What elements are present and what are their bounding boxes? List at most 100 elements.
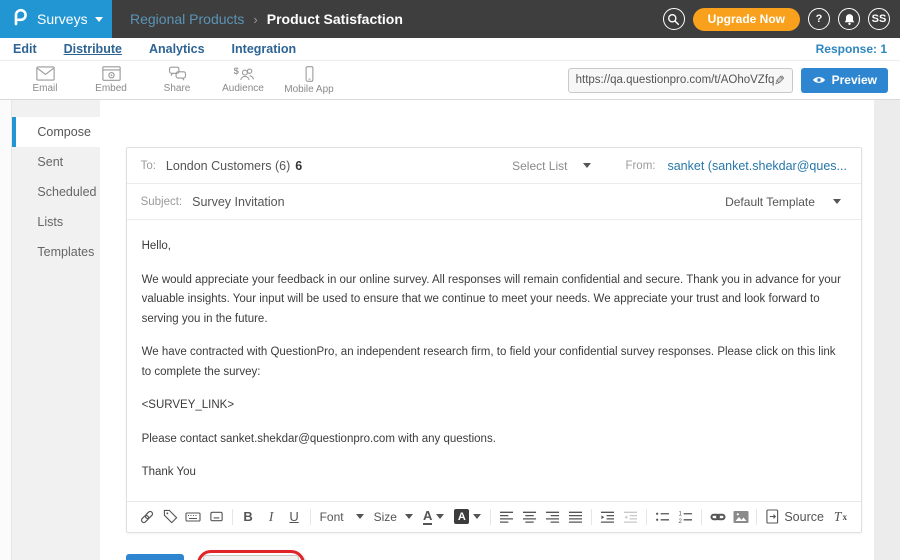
select-list-dropdown[interactable]: Select List — [512, 159, 591, 173]
merge-field-button[interactable] — [182, 505, 205, 529]
body-paragraph: We would appreciate your feedback in our… — [142, 271, 846, 330]
bg-color-button[interactable]: A — [449, 509, 486, 524]
to-recipient-count: 6 — [295, 159, 302, 173]
tag-icon — [163, 509, 178, 524]
edit-url-icon[interactable]: ✎ — [774, 74, 785, 87]
email-sidebar: Compose Sent Scheduled Lists Templates — [11, 100, 99, 560]
size-dropdown[interactable]: Size — [369, 510, 418, 524]
align-justify-icon — [568, 510, 583, 524]
image-icon — [733, 510, 749, 524]
bg-color-letter: A — [454, 509, 469, 524]
chevron-down-icon — [833, 199, 841, 204]
font-dropdown[interactable]: Font — [315, 510, 369, 524]
align-justify-button[interactable] — [564, 505, 587, 529]
select-list-label: Select List — [512, 159, 567, 173]
compose-actions: Send Schedule — [126, 550, 862, 560]
source-label: Source — [784, 510, 824, 524]
toolbar-divider — [646, 509, 647, 525]
bell-icon — [843, 13, 856, 26]
chevron-down-icon — [356, 514, 364, 519]
toolbar-divider — [310, 509, 311, 525]
from-value[interactable]: sanket (sanket.shekdar@ques... — [667, 159, 846, 173]
help-button[interactable]: ? — [808, 8, 830, 30]
remove-format-x: x — [842, 512, 847, 522]
underline-button[interactable]: U — [283, 505, 306, 529]
tab-distribute[interactable]: Distribute — [64, 42, 122, 56]
channel-audience[interactable]: $ Audience — [210, 66, 276, 94]
sidebar-item-scheduled[interactable]: Scheduled — [12, 177, 99, 207]
tab-analytics[interactable]: Analytics — [149, 42, 205, 56]
survey-link-group: ✎ Preview — [568, 68, 888, 93]
bold-button[interactable]: B — [237, 505, 260, 529]
subject-row: Subject: Survey Invitation Default Templ… — [127, 184, 861, 220]
sidebar-item-lists[interactable]: Lists — [12, 207, 99, 237]
survey-nav-tabs: Edit Distribute Analytics Integration Re… — [0, 38, 900, 61]
body-paragraph: Hello, — [142, 237, 846, 257]
tab-integration[interactable]: Integration — [232, 42, 297, 56]
numbered-list-button[interactable]: 1 2 — [674, 505, 697, 529]
sidebar-item-templates[interactable]: Templates — [12, 237, 99, 267]
survey-url-box: ✎ — [568, 68, 793, 93]
channel-mobile-app[interactable]: Mobile App — [276, 66, 342, 95]
breadcrumb-separator-icon: › — [253, 12, 257, 27]
outdent-button[interactable] — [619, 505, 642, 529]
distribute-channel-toolbar: Email Embed Share $ Audience — [0, 61, 900, 100]
button-insert-button[interactable] — [205, 505, 228, 529]
schedule-annotation-highlight: Schedule — [197, 550, 305, 560]
search-button[interactable] — [663, 8, 685, 30]
mobile-app-icon — [304, 66, 315, 82]
channel-label: Embed — [95, 83, 127, 94]
eye-icon — [812, 75, 826, 85]
compose-main: To: London Customers (6) 6 Select List F… — [100, 100, 874, 560]
indent-icon — [600, 510, 615, 524]
body-paragraph: We have contracted with QuestionPro, an … — [142, 343, 846, 382]
chevron-down-icon — [583, 163, 591, 168]
channel-share[interactable]: Share — [144, 66, 210, 94]
bullet-list-icon — [655, 510, 670, 524]
channel-email[interactable]: Email — [12, 66, 78, 94]
hyperlink-icon — [710, 509, 726, 525]
to-value[interactable]: London Customers (6) — [166, 159, 290, 173]
link-button[interactable] — [136, 505, 159, 529]
channel-label: Mobile App — [284, 84, 333, 95]
upgrade-now-button[interactable]: Upgrade Now — [693, 8, 800, 31]
avatar[interactable]: SS — [868, 8, 890, 30]
bullet-list-button[interactable] — [651, 505, 674, 529]
preview-label: Preview — [832, 73, 877, 87]
toolbar-divider — [756, 509, 757, 525]
align-right-button[interactable] — [541, 505, 564, 529]
preview-button[interactable]: Preview — [801, 68, 888, 93]
response-count[interactable]: Response: 1 — [816, 42, 887, 56]
email-icon — [36, 66, 55, 81]
align-right-icon — [545, 510, 560, 524]
breadcrumb-current: Product Satisfaction — [267, 11, 403, 27]
italic-button[interactable]: I — [260, 505, 283, 529]
left-gutter — [0, 100, 11, 560]
remove-format-t: T — [834, 509, 842, 525]
hyperlink-button[interactable] — [706, 505, 729, 529]
breadcrumb-parent[interactable]: Regional Products — [130, 11, 244, 27]
align-left-button[interactable] — [495, 505, 518, 529]
remove-format-button[interactable]: Tx — [829, 505, 852, 529]
template-dropdown[interactable]: Default Template — [725, 195, 847, 209]
indent-button[interactable] — [596, 505, 619, 529]
text-color-button[interactable]: A — [418, 509, 449, 525]
subject-value[interactable]: Survey Invitation — [192, 195, 284, 209]
email-body-editor[interactable]: Hello, We would appreciate your feedback… — [127, 220, 861, 501]
insert-image-button[interactable] — [729, 505, 752, 529]
source-button[interactable]: Source — [761, 509, 829, 524]
surveys-product-switcher[interactable]: Surveys — [0, 0, 112, 38]
align-center-button[interactable] — [518, 505, 541, 529]
channel-embed[interactable]: Embed — [78, 66, 144, 94]
font-dropdown-label: Font — [320, 510, 344, 524]
sidebar-item-compose[interactable]: Compose — [12, 117, 99, 147]
schedule-button[interactable]: Schedule — [203, 555, 299, 560]
send-button[interactable]: Send — [126, 554, 185, 560]
to-row: To: London Customers (6) 6 Select List F… — [127, 148, 861, 184]
tab-edit[interactable]: Edit — [13, 42, 37, 56]
keyboard-icon — [185, 509, 201, 525]
tag-button[interactable] — [159, 505, 182, 529]
notifications-button[interactable] — [838, 8, 860, 30]
survey-url-input[interactable] — [576, 74, 774, 86]
sidebar-item-sent[interactable]: Sent — [12, 147, 99, 177]
